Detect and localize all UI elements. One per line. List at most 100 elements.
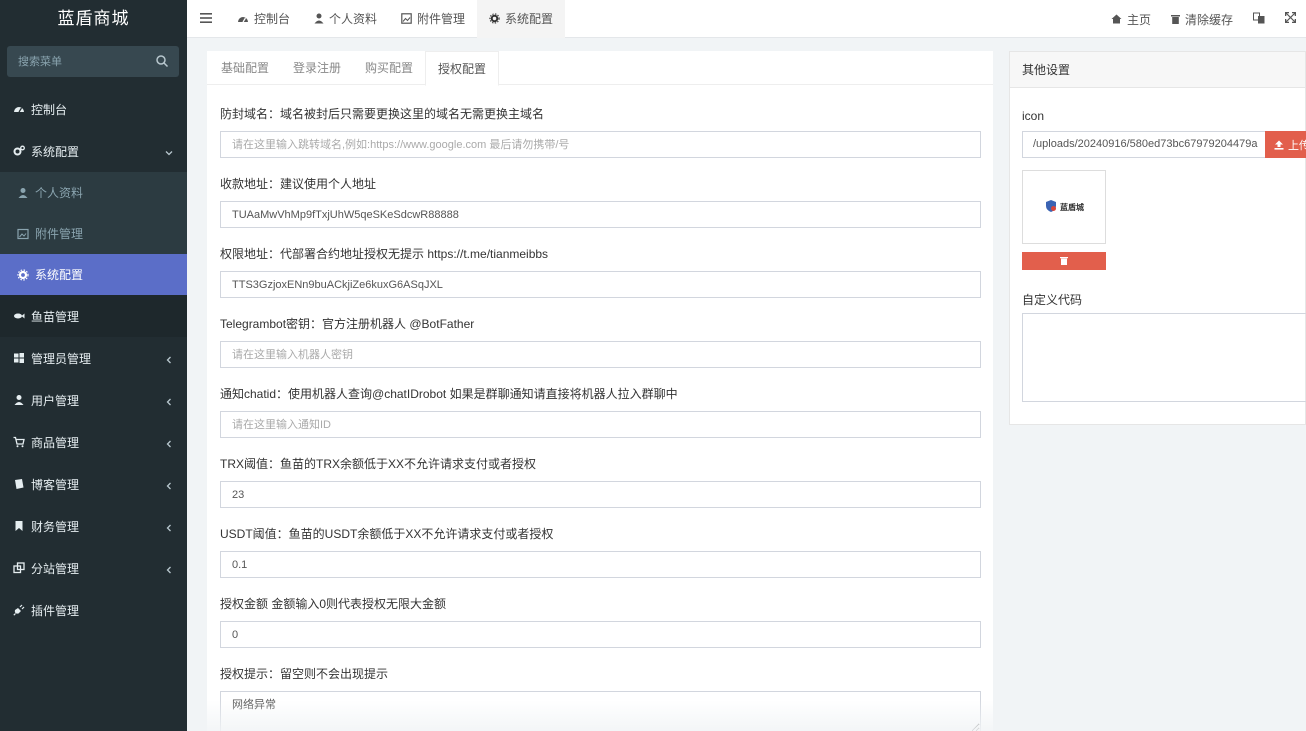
sidebar-item-profile[interactable]: 个人资料 xyxy=(0,172,187,213)
plug-icon xyxy=(13,604,25,616)
authorization-tip-textarea[interactable]: 网络异常 xyxy=(220,691,981,731)
shield-logo-icon xyxy=(1044,199,1058,216)
sidebar-item-plugins[interactable]: 插件管理 xyxy=(0,589,187,631)
tab-label: 系统配置 xyxy=(505,12,554,26)
fullscreen-button[interactable] xyxy=(1275,0,1306,38)
image-icon xyxy=(401,13,412,24)
gear-icon xyxy=(489,13,500,24)
language-button[interactable] xyxy=(1243,0,1275,38)
home-link[interactable]: 主页 xyxy=(1101,0,1161,38)
sidebar-item-label: 管理员管理 xyxy=(31,351,92,366)
chevron-left-icon xyxy=(165,353,173,364)
tab-attachments[interactable]: 附件管理 xyxy=(389,0,477,38)
upload-button[interactable]: 上传 xyxy=(1265,131,1306,158)
sidebar-item-attachments[interactable]: 附件管理 xyxy=(0,213,187,254)
field-usdt-threshold: USDT阈值：鱼苗的USDT余额低于XX不允许请求支付或者授权 xyxy=(220,525,981,578)
sidebar-item-label: 系统配置 xyxy=(31,144,80,159)
config-form-panel: 基础配置 登录注册 购买配置 授权配置 防封域名：域名被封后只需要更换这里的域名… xyxy=(207,51,993,731)
icon-path-input[interactable]: /uploads/20240916/580ed73bc67979204479a xyxy=(1022,131,1266,158)
sidebar-item-finance[interactable]: 财务管理 xyxy=(0,505,187,547)
sidebar-item-blog[interactable]: 博客管理 xyxy=(0,463,187,505)
user-icon xyxy=(314,13,324,24)
tab-dashboard[interactable]: 控制台 xyxy=(225,0,302,38)
permission-address-input[interactable] xyxy=(220,271,981,298)
sidebar-item-label: 插件管理 xyxy=(31,603,80,618)
tab-basic-config[interactable]: 基础配置 xyxy=(209,51,281,85)
delete-icon-button[interactable] xyxy=(1022,252,1106,270)
tab-purchase-config[interactable]: 购买配置 xyxy=(353,51,425,85)
chevron-left-icon xyxy=(165,521,173,532)
sidebar-item-label: 鱼苗管理 xyxy=(31,309,80,324)
usdt-threshold-input[interactable] xyxy=(220,551,981,578)
chevron-left-icon xyxy=(165,479,173,490)
clone-icon xyxy=(13,562,25,574)
clear-cache-label: 清除缓存 xyxy=(1184,12,1233,27)
tab-label: 个人资料 xyxy=(329,12,378,26)
user-icon xyxy=(13,394,25,406)
search-icon[interactable] xyxy=(155,54,169,68)
chevron-left-icon xyxy=(165,563,173,574)
sidebar-item-system-config-group[interactable]: 系统配置 xyxy=(0,130,187,172)
tab-authorization-config[interactable]: 授权配置 xyxy=(425,51,500,86)
field-label: Telegrambot密钥：官方注册机器人 @BotFather xyxy=(220,317,475,331)
telegram-bot-key-input[interactable] xyxy=(220,341,981,368)
field-label: 收款地址：建议使用个人地址 xyxy=(220,177,377,191)
sidebar-item-products[interactable]: 商品管理 xyxy=(0,421,187,463)
field-label: 通知chatid：使用机器人查询@chatIDrobot 如果是群聊通知请直接将… xyxy=(220,387,678,401)
sidebar-item-dashboard[interactable]: 控制台 xyxy=(0,88,187,130)
upload-icon xyxy=(1274,140,1284,150)
home-label: 主页 xyxy=(1126,12,1151,27)
sidebar-item-users[interactable]: 用户管理 xyxy=(0,379,187,421)
sidebar-item-system-config[interactable]: 系统配置 xyxy=(0,254,187,295)
sidebar-item-fish[interactable]: 鱼苗管理 xyxy=(0,295,187,337)
brand-logo[interactable]: 蓝盾商城 xyxy=(0,0,187,38)
field-label: 防封域名：域名被封后只需要更换这里的域名无需更换主域名 xyxy=(220,107,545,121)
trash-icon xyxy=(1170,14,1180,24)
notify-chatid-input[interactable] xyxy=(220,411,981,438)
dashboard-icon xyxy=(13,103,25,115)
tab-login-register[interactable]: 登录注册 xyxy=(281,51,353,85)
sidebar-item-substations[interactable]: 分站管理 xyxy=(0,547,187,589)
sidebar-item-label: 附件管理 xyxy=(35,227,84,241)
panel-title: 其他设置 xyxy=(1010,52,1305,88)
icon-label: icon xyxy=(1022,109,1045,123)
trx-threshold-input[interactable] xyxy=(220,481,981,508)
sidebar-search-input[interactable] xyxy=(7,46,147,77)
sidebar-menu: 控制台 系统配置 个人资料 附件管理 系统配置 鱼苗管理 管理员管理 用户管理 … xyxy=(0,88,187,631)
sidebar-item-label: 系统配置 xyxy=(35,268,84,282)
authorization-amount-input[interactable] xyxy=(220,621,981,648)
icon-preview: 蓝盾城 xyxy=(1022,170,1106,244)
config-tabs: 基础配置 登录注册 购买配置 授权配置 xyxy=(207,51,993,86)
dashboard-icon xyxy=(237,13,249,24)
hamburger-icon xyxy=(200,12,212,26)
chevron-left-icon xyxy=(165,437,173,448)
fish-icon xyxy=(13,310,25,322)
anti-block-domain-input[interactable] xyxy=(220,131,981,158)
top-navbar: 控制台 个人资料 附件管理 系统配置 主页 清除缓存 xyxy=(187,0,1306,38)
sidebar-item-label: 分站管理 xyxy=(31,561,80,576)
sidebar-item-admin[interactable]: 管理员管理 xyxy=(0,337,187,379)
tab-label: 控制台 xyxy=(254,12,291,26)
field-label: 权限地址：代部署合约地址授权无提示 https://t.me/tianmeibb… xyxy=(220,247,549,261)
image-icon xyxy=(17,228,29,240)
tab-profile[interactable]: 个人资料 xyxy=(302,0,389,38)
field-label: 授权提示：留空则不会出现提示 xyxy=(220,667,389,681)
field-payment-address: 收款地址：建议使用个人地址 xyxy=(220,175,981,228)
sidebar-toggle-button[interactable] xyxy=(187,0,225,38)
clear-cache-button[interactable]: 清除缓存 xyxy=(1161,0,1243,38)
gears-icon xyxy=(13,145,25,157)
field-authorization-tip: 授权提示：留空则不会出现提示 网络异常 xyxy=(220,665,981,731)
custom-code-textarea[interactable] xyxy=(1022,313,1306,402)
sidebar: 蓝盾商城 控制台 系统配置 个人资料 附件管理 系 xyxy=(0,0,187,731)
tab-label: 附件管理 xyxy=(417,12,466,26)
tab-system-config[interactable]: 系统配置 xyxy=(477,0,566,38)
field-permission-address: 权限地址：代部署合约地址授权无提示 https://t.me/tianmeibb… xyxy=(220,245,981,298)
sidebar-search xyxy=(7,46,179,77)
payment-address-input[interactable] xyxy=(220,201,981,228)
cart-icon xyxy=(13,436,25,448)
sidebar-item-label: 用户管理 xyxy=(31,393,80,408)
logo-text: 蓝盾城 xyxy=(1060,202,1084,212)
upload-label: 上传 xyxy=(1288,139,1306,152)
translate-icon xyxy=(1253,12,1265,27)
home-icon xyxy=(1111,14,1122,24)
